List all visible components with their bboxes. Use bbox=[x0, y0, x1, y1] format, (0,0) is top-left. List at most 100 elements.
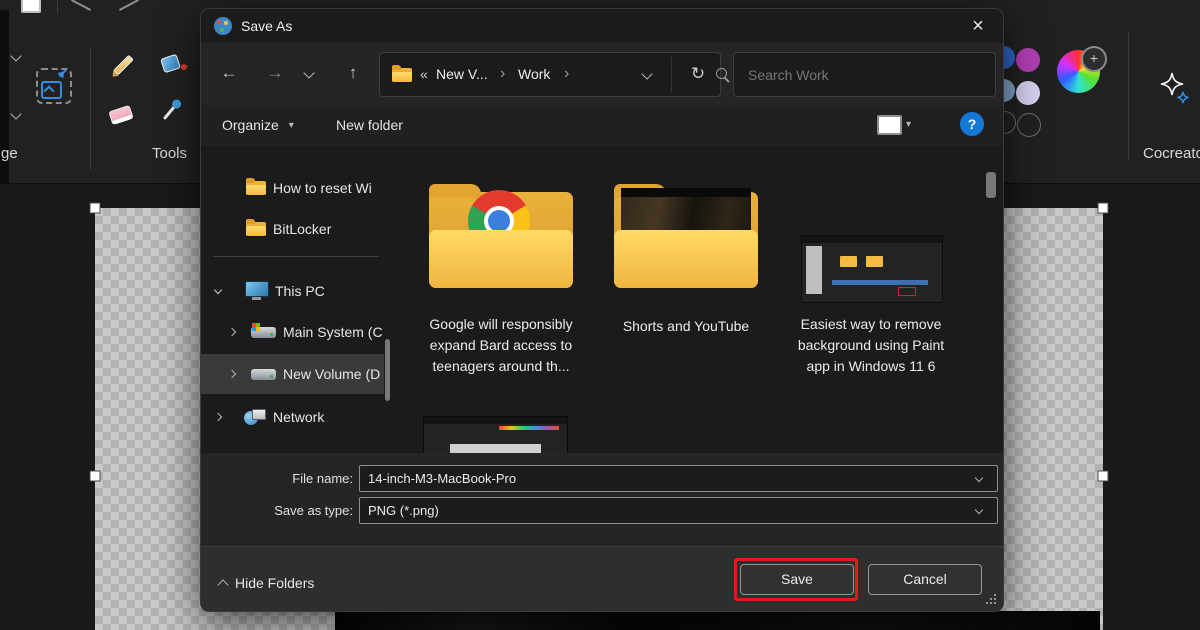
refresh-button[interactable]: ↻ bbox=[680, 53, 716, 95]
ribbon-divider-2 bbox=[1128, 32, 1129, 160]
thumb-filename-bar bbox=[832, 280, 928, 285]
dropdown-icon: ▾ bbox=[289, 120, 294, 131]
sidebar-item-network[interactable]: Network bbox=[201, 398, 384, 436]
eyedropper-tool-icon[interactable] bbox=[163, 105, 176, 120]
ribbon-divider bbox=[90, 48, 91, 170]
view-options-button[interactable] bbox=[877, 115, 902, 135]
resize-image-button[interactable] bbox=[36, 68, 72, 104]
resize-grip[interactable] bbox=[994, 594, 996, 596]
sidebar-item-label: This PC bbox=[275, 272, 325, 310]
thumb-save-button bbox=[898, 287, 916, 296]
file-list-scrollbar[interactable] bbox=[986, 172, 996, 198]
folder-icon bbox=[611, 184, 761, 290]
cocreator-label: Cocreator bbox=[1143, 145, 1200, 162]
expander-chevron-icon[interactable] bbox=[228, 328, 236, 336]
chevron-down-icon[interactable] bbox=[10, 50, 21, 61]
diagonal-arrow-icon bbox=[59, 69, 67, 77]
sidebar-item-new-volume[interactable]: New Volume (D bbox=[201, 354, 384, 394]
forward-button[interactable]: → bbox=[261, 59, 289, 87]
pencil-tool-icon[interactable] bbox=[113, 55, 134, 76]
edit-colors-button[interactable]: + bbox=[1081, 46, 1107, 72]
eraser-tool-icon[interactable] bbox=[108, 105, 133, 125]
folder-icon bbox=[246, 222, 266, 236]
recent-locations-chevron[interactable] bbox=[303, 67, 314, 78]
dialog-title-bar bbox=[201, 9, 1003, 43]
color-swatch-lavender[interactable] bbox=[1016, 81, 1040, 105]
redo-icon[interactable] bbox=[119, 0, 139, 11]
search-box[interactable] bbox=[733, 52, 996, 97]
sidebar-item-how-to-reset[interactable]: How to reset Wi bbox=[201, 169, 384, 207]
search-input[interactable] bbox=[746, 53, 950, 96]
canvas-image bbox=[335, 611, 1100, 630]
save-as-type-select[interactable]: PNG (*.png) bbox=[359, 497, 998, 524]
color-swatch-magenta[interactable] bbox=[1016, 48, 1040, 72]
chevron-down-icon[interactable] bbox=[10, 108, 21, 119]
view-dropdown-icon[interactable]: ▾ bbox=[906, 113, 911, 137]
sidebar-item-label: How to reset Wi bbox=[273, 169, 381, 207]
color-swatch-empty-2[interactable] bbox=[1017, 113, 1041, 137]
file-item-label: Shorts and YouTube bbox=[604, 316, 768, 337]
save-icon[interactable] bbox=[21, 0, 41, 13]
hide-folders-label: Hide Folders bbox=[235, 575, 314, 591]
image-thumbnail bbox=[801, 235, 943, 303]
back-button[interactable]: ← bbox=[215, 59, 243, 87]
breadcrumb-separator: › bbox=[500, 53, 505, 94]
save-button[interactable]: Save bbox=[740, 564, 854, 595]
screen: ge Tools + Cocreator Save As bbox=[0, 0, 1200, 630]
cancel-button[interactable]: Cancel bbox=[868, 564, 982, 595]
thumb-canvas-left bbox=[806, 246, 822, 294]
sidebar-item-this-pc[interactable]: This PC bbox=[201, 272, 384, 310]
expander-chevron-icon[interactable] bbox=[214, 413, 222, 421]
sidebar-item-label: BitLocker bbox=[273, 210, 331, 248]
image-group-label: ge bbox=[1, 145, 18, 162]
breadcrumb-separator: › bbox=[564, 53, 569, 94]
sidebar-divider bbox=[213, 256, 379, 257]
file-name-input[interactable] bbox=[359, 465, 998, 492]
sidebar-scrollbar[interactable] bbox=[385, 339, 390, 401]
file-item-folder[interactable]: Shorts and YouTube bbox=[601, 176, 771, 446]
chevron-up-icon bbox=[217, 579, 228, 590]
sidebar-item-main-system[interactable]: Main System (C bbox=[201, 313, 384, 351]
address-dropdown-chevron[interactable] bbox=[641, 68, 652, 79]
tools-group-label: Tools bbox=[152, 145, 187, 162]
sidebar-item-label: Main System (C bbox=[283, 313, 383, 351]
selection-handle-mid-right[interactable] bbox=[1098, 471, 1109, 482]
picture-icon bbox=[41, 81, 62, 99]
network-icon bbox=[244, 409, 266, 425]
folder-icon bbox=[426, 184, 576, 290]
organize-label: Organize bbox=[222, 117, 279, 133]
breadcrumb-item[interactable]: New V... bbox=[436, 53, 488, 96]
up-button[interactable]: ↑ bbox=[339, 59, 367, 87]
cocreator-sparkle-icon[interactable] bbox=[1157, 70, 1193, 106]
save-as-dialog: Save As × ← → ↑ « New V... › Work › ↻ Or… bbox=[200, 8, 1004, 612]
file-item-label: Google will responsibly expand Bard acce… bbox=[419, 314, 583, 377]
folder-icon bbox=[392, 68, 412, 82]
help-button[interactable]: ? bbox=[960, 112, 984, 136]
organize-button[interactable]: Organize ▾ bbox=[222, 113, 294, 137]
save-as-type-label: Save as type: bbox=[231, 497, 353, 524]
dialog-title: Save As bbox=[241, 9, 292, 43]
new-folder-button[interactable]: New folder bbox=[336, 113, 403, 137]
plus-icon: + bbox=[1090, 50, 1098, 66]
file-item-partial[interactable] bbox=[423, 416, 568, 453]
sidebar-item-label: New Volume (D bbox=[283, 354, 383, 394]
address-bar[interactable]: « New V... › Work › ↻ bbox=[379, 52, 721, 97]
close-button[interactable]: × bbox=[963, 11, 993, 41]
fill-tool-icon[interactable] bbox=[160, 54, 181, 74]
breadcrumb-overflow-chevron[interactable]: « bbox=[420, 53, 428, 96]
expander-chevron-icon[interactable] bbox=[228, 370, 236, 378]
file-item-image[interactable]: Easiest way to remove background using P… bbox=[791, 176, 951, 446]
sidebar-item-bitlocker[interactable]: BitLocker bbox=[201, 210, 384, 248]
hide-folders-button[interactable]: Hide Folders bbox=[215, 571, 314, 595]
selection-handle-top-right[interactable] bbox=[1098, 203, 1109, 214]
paint-app-icon bbox=[214, 17, 232, 35]
file-item-folder[interactable]: Google will responsibly expand Bard acce… bbox=[416, 176, 586, 446]
os-drive-icon bbox=[251, 327, 276, 338]
selection-handle-mid-left[interactable] bbox=[90, 471, 101, 482]
file-name-label: File name: bbox=[231, 465, 353, 492]
selection-handle-top-left[interactable] bbox=[90, 203, 101, 214]
breadcrumb-item[interactable]: Work bbox=[518, 53, 550, 96]
undo-icon[interactable] bbox=[71, 0, 91, 11]
file-item-label: Easiest way to remove background using P… bbox=[791, 314, 951, 377]
expander-chevron-icon[interactable] bbox=[214, 286, 222, 294]
